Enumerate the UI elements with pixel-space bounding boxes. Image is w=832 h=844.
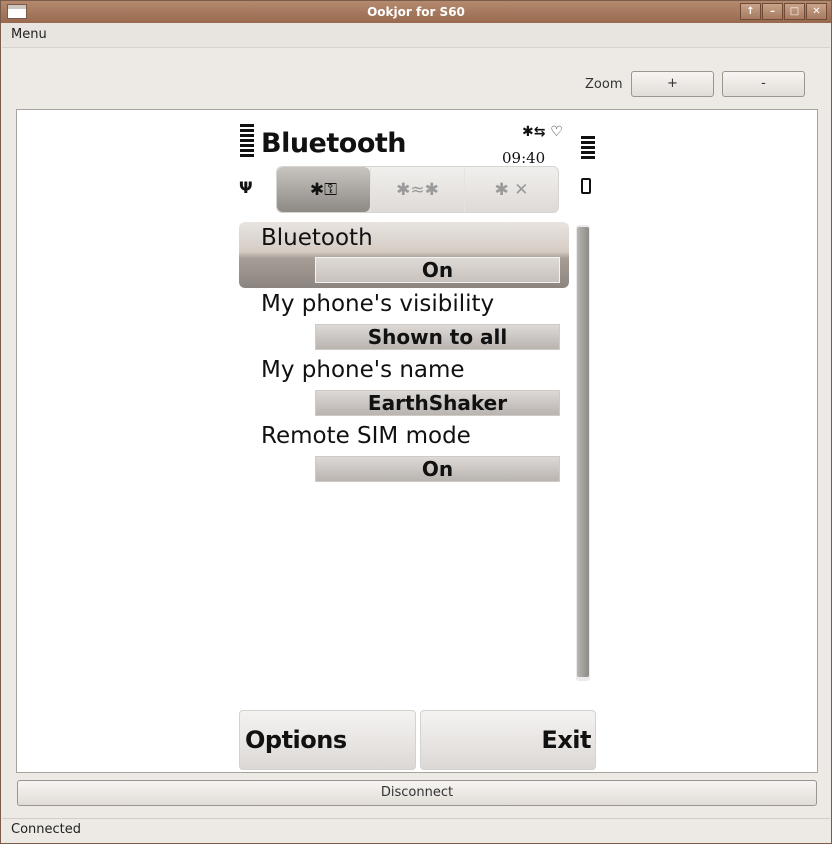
- tab-blocked-devices[interactable]: ✱ ✕: [464, 167, 558, 212]
- window-icon: [7, 4, 27, 19]
- tab-paired-devices[interactable]: ✱≈✱: [370, 167, 464, 212]
- phone-screen-view[interactable]: Ψ Bluetooth ✱⇆ ♡ 09:40 ✱⚿ ✱≈✱ ✱ ✕ Blueto…: [16, 109, 818, 773]
- softkey-bar: Options Exit: [239, 710, 596, 770]
- close-button[interactable]: ✕: [806, 3, 827, 20]
- scrollbar[interactable]: [576, 225, 590, 681]
- zoom-label: Zoom: [585, 76, 623, 92]
- title-bar: Ookjor for S60 ↑ – □ ✕: [1, 1, 831, 23]
- window-title: Ookjor for S60: [367, 5, 465, 19]
- page-title: Bluetooth: [261, 128, 407, 159]
- menu-item-menu[interactable]: Menu: [11, 27, 47, 42]
- maximize-button[interactable]: □: [784, 3, 805, 20]
- scrollbar-thumb[interactable]: [577, 227, 589, 677]
- zoom-controls: Zoom + -: [585, 71, 805, 97]
- list-item-visibility[interactable]: My phone's visibility Shown to all: [239, 288, 569, 354]
- disconnect-button[interactable]: Disconnect: [17, 780, 817, 806]
- antenna-icon: Ψ: [239, 178, 253, 197]
- setting-label: My phone's visibility: [261, 291, 495, 317]
- setting-value: Shown to all: [315, 324, 560, 350]
- list-item-phone-name[interactable]: My phone's name EarthShaker: [239, 354, 569, 420]
- setting-label: My phone's name: [261, 357, 465, 383]
- tab-bar: ✱⚿ ✱≈✱ ✱ ✕: [276, 166, 559, 213]
- zoom-in-button[interactable]: +: [631, 71, 714, 97]
- setting-value: On: [315, 456, 560, 482]
- battery-icon: [581, 178, 591, 194]
- settings-list: Bluetooth On My phone's visibility Shown…: [239, 222, 569, 486]
- options-softkey[interactable]: Options: [239, 710, 416, 770]
- settings-tab-icon: ✱⚿: [309, 179, 338, 200]
- phone-display: Ψ Bluetooth ✱⇆ ♡ 09:40 ✱⚿ ✱≈✱ ✱ ✕ Blueto…: [239, 120, 599, 772]
- connection-status: Connected: [11, 822, 82, 837]
- app-window: Ookjor for S60 ↑ – □ ✕ Menu Zoom + - Ψ B…: [0, 0, 832, 844]
- list-item-bluetooth[interactable]: Bluetooth On: [239, 222, 569, 288]
- setting-value: EarthShaker: [315, 390, 560, 416]
- zoom-out-button[interactable]: -: [722, 71, 805, 97]
- minimize-button[interactable]: –: [762, 3, 783, 20]
- blocked-devices-tab-icon: ✱ ✕: [494, 179, 529, 200]
- tab-settings[interactable]: ✱⚿: [277, 167, 370, 212]
- menu-bar: Menu: [2, 23, 830, 48]
- setting-label: Remote SIM mode: [261, 423, 471, 449]
- clock: 09:40: [502, 149, 546, 167]
- window-controls: ↑ – □ ✕: [740, 3, 827, 20]
- paired-devices-tab-icon: ✱≈✱: [396, 179, 439, 200]
- raise-window-button[interactable]: ↑: [740, 3, 761, 20]
- bluetooth-status-icons: ✱⇆ ♡: [522, 124, 563, 140]
- exit-softkey[interactable]: Exit: [420, 710, 596, 770]
- list-item-remote-sim[interactable]: Remote SIM mode On: [239, 420, 569, 486]
- status-bar: Connected: [2, 818, 830, 842]
- setting-value: On: [315, 257, 560, 283]
- signal-strength-bars: [240, 124, 254, 159]
- battery-level-bars: [581, 136, 595, 161]
- setting-label: Bluetooth: [261, 225, 373, 251]
